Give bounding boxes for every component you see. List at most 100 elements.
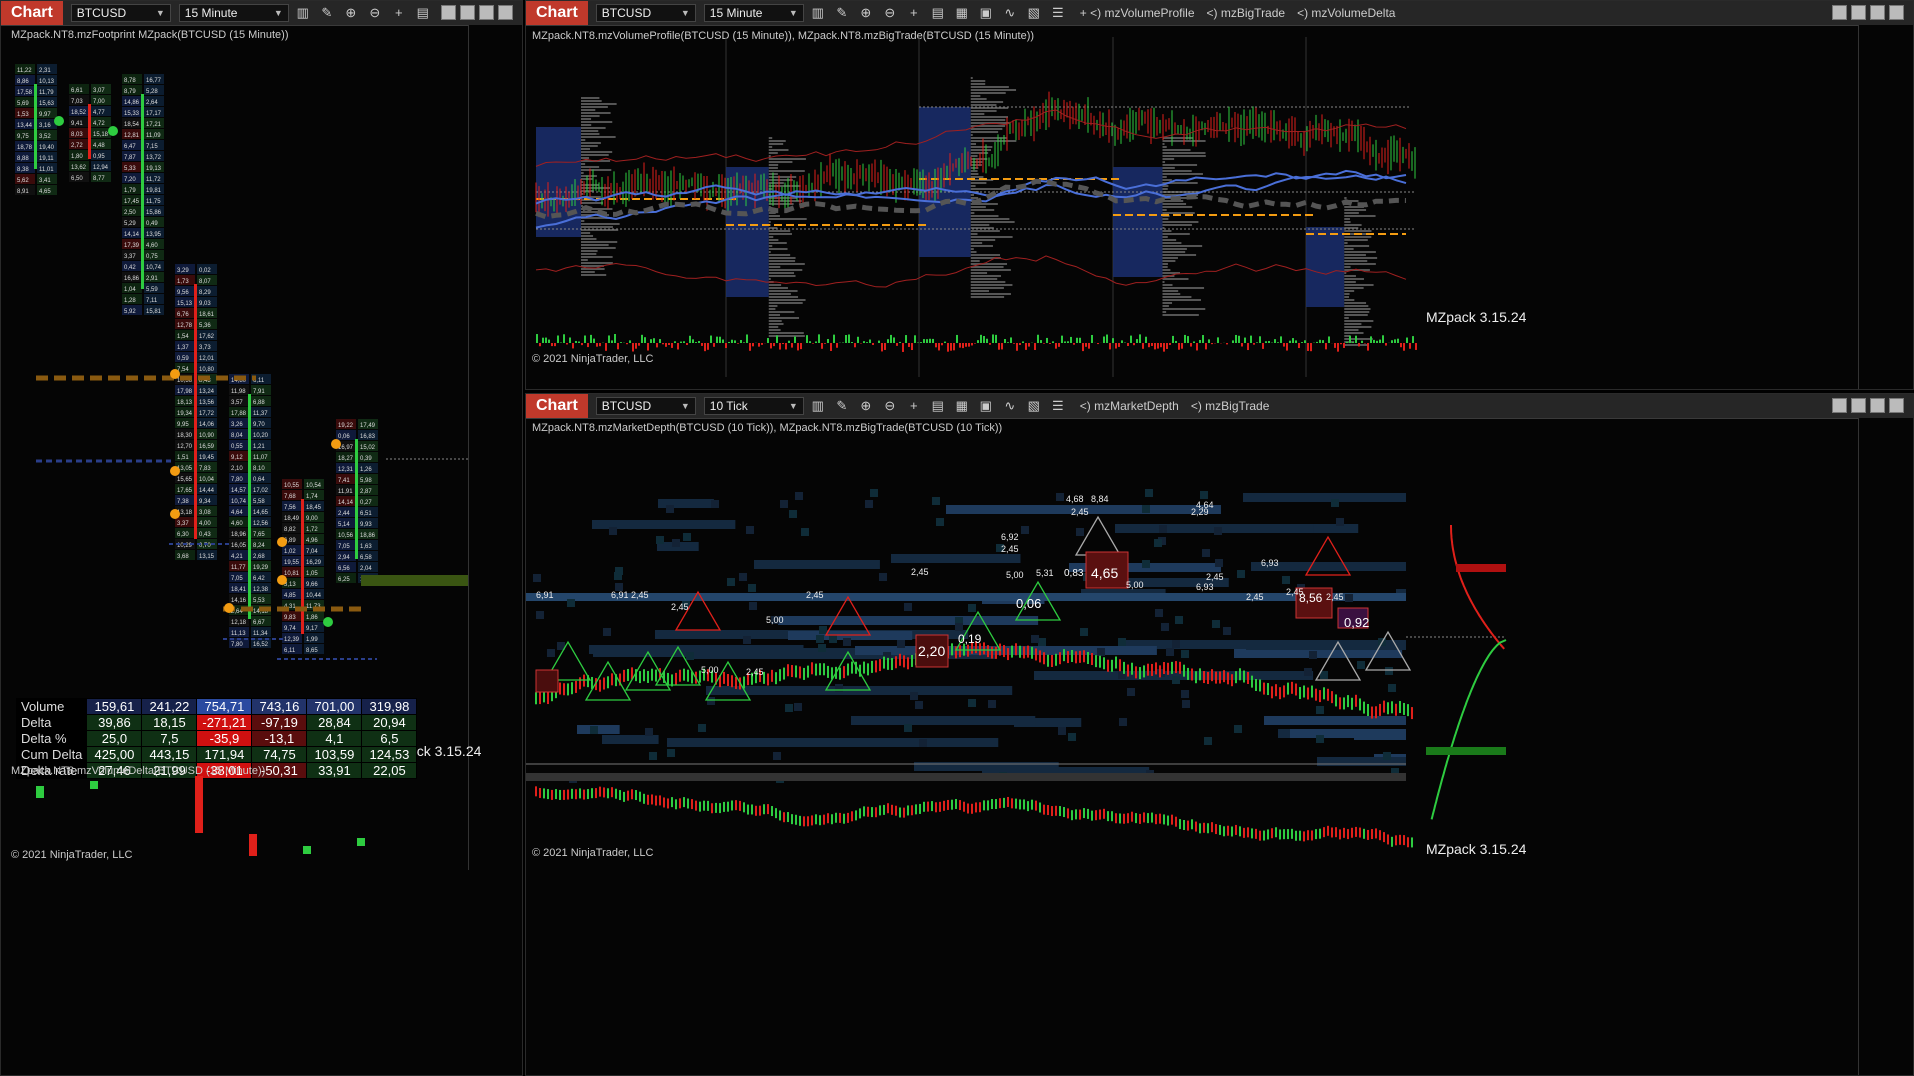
indicator-volume-profile[interactable]: + <) mzVolumeProfile	[1080, 6, 1195, 20]
list-icon[interactable]: ☰	[1048, 396, 1068, 416]
profile-histogram-bar	[768, 299, 806, 301]
crosshair-icon[interactable]: +	[904, 3, 924, 23]
footprint-value: 6,56	[338, 566, 350, 572]
footprint-plot[interactable]: 11,22 2,31 8,86 10,13 17,58 11,79 5,69 15,63 1,5…	[1, 39, 469, 769]
instrument-selector[interactable]: BTCUSD ▼	[595, 4, 696, 22]
depth-cell	[743, 636, 751, 644]
depth-cell	[1038, 638, 1046, 646]
volume-profile-plot[interactable]	[526, 37, 1860, 377]
depth-cell	[1118, 638, 1126, 646]
zoom-in-icon[interactable]: ⊕	[341, 3, 361, 23]
profile-histogram-bar	[1344, 215, 1376, 217]
snapshot-icon[interactable]: ▣	[976, 3, 996, 23]
period-value: 15 Minute	[709, 6, 763, 20]
strategies-icon[interactable]: ∿	[1000, 396, 1020, 416]
profile-histogram-bar	[581, 142, 601, 144]
volume-delta-bar	[689, 335, 691, 343]
zoom-out-icon[interactable]: ⊖	[365, 3, 385, 23]
depth-size-label: 5,31	[1036, 568, 1054, 578]
price-axis[interactable]	[1858, 25, 1913, 389]
instrument-selector[interactable]: BTCUSD ▼	[70, 4, 171, 22]
volume-delta-bar	[1205, 343, 1207, 350]
depth-cell	[1056, 493, 1064, 501]
properties-icon[interactable]: ▤	[928, 3, 948, 23]
footprint-value: 7,00	[93, 99, 105, 105]
zoom-out-icon[interactable]: ⊖	[880, 396, 900, 416]
data-box-icon[interactable]: ▧	[1024, 3, 1044, 23]
footprint-value: 3,73	[199, 345, 211, 351]
zoom-out-icon[interactable]: ⊖	[880, 3, 900, 23]
crosshair-icon[interactable]: +	[904, 396, 924, 416]
minimize-button[interactable]	[1851, 398, 1866, 413]
tile-button[interactable]	[1832, 398, 1847, 413]
instrument-selector[interactable]: BTCUSD ▼	[595, 397, 696, 415]
tile-button[interactable]	[1832, 5, 1847, 20]
period-selector[interactable]: 15 Minute ▼	[178, 4, 289, 22]
profile-histogram-bar	[1162, 239, 1177, 241]
depth-cell	[1166, 648, 1174, 656]
market-depth-plot[interactable]: 4,650,060,192,200,928,560,836,91 6,91 2,45…	[526, 430, 1860, 1070]
indicator-volume-delta[interactable]: <) mzVolumeDelta	[1297, 6, 1395, 20]
indicator-big-trade[interactable]: <) mzBigTrade	[1191, 399, 1270, 413]
depth-cell	[672, 539, 680, 547]
properties-icon[interactable]: ▤	[928, 396, 948, 416]
bar-type-icon[interactable]: ▥	[293, 3, 313, 23]
chart-menu-button[interactable]: Chart	[1, 1, 63, 25]
period-selector[interactable]: 10 Tick ▼	[703, 397, 804, 415]
data-box-icon[interactable]: ▧	[1024, 396, 1044, 416]
chart-menu-button[interactable]: Chart	[526, 1, 588, 25]
indicator-big-trade[interactable]: <) mzBigTrade	[1207, 6, 1286, 20]
volume-delta-bar	[1073, 343, 1075, 345]
templates-icon[interactable]: ▦	[952, 396, 972, 416]
depth-cell	[749, 602, 757, 610]
profile-histogram-bar	[1344, 236, 1372, 238]
price-axis[interactable]	[1858, 418, 1913, 1075]
stats-cell: 25,0	[86, 730, 143, 747]
big-trade-label: 2,20	[918, 643, 945, 659]
maximize-button[interactable]	[479, 5, 494, 20]
close-button[interactable]	[498, 5, 513, 20]
big-trade-box	[535, 669, 559, 693]
profile-histogram-bar	[581, 232, 591, 234]
tile-button[interactable]	[441, 5, 456, 20]
volume-delta-bar	[950, 343, 952, 351]
volume-delta-bar	[1412, 336, 1414, 343]
volume-delta-bar	[1139, 334, 1141, 343]
draw-tool-icon[interactable]: ✎	[832, 3, 852, 23]
bar-type-icon[interactable]: ▥	[808, 3, 828, 23]
profile-histogram-bar	[970, 182, 987, 184]
maximize-button[interactable]	[1870, 398, 1885, 413]
volume-delta-bar	[1109, 343, 1111, 350]
templates-icon[interactable]: ▦	[952, 3, 972, 23]
big-trade-marker	[54, 116, 64, 126]
maximize-button[interactable]	[1870, 5, 1885, 20]
crosshair-icon[interactable]: +	[389, 3, 409, 23]
chart-menu-button[interactable]: Chart	[526, 394, 588, 418]
minimize-button[interactable]	[1851, 5, 1866, 20]
close-button[interactable]	[1889, 398, 1904, 413]
profile-histogram-bar	[768, 236, 774, 238]
indicator-market-depth[interactable]: <) mzMarketDepth	[1080, 399, 1179, 413]
volume-delta-bar	[695, 342, 697, 343]
depth-size-label: 5,00	[1006, 570, 1024, 580]
bar-type-icon[interactable]: ▥	[808, 396, 828, 416]
minimize-button[interactable]	[460, 5, 475, 20]
close-button[interactable]	[1889, 5, 1904, 20]
footprint-value: 14,65	[253, 510, 269, 516]
footprint-value: 3,68	[177, 554, 189, 560]
zoom-in-icon[interactable]: ⊕	[856, 3, 876, 23]
draw-tool-icon[interactable]: ✎	[832, 396, 852, 416]
draw-tool-icon[interactable]: ✎	[317, 3, 337, 23]
profile-histogram-bar	[970, 113, 985, 115]
list-icon[interactable]: ☰	[1048, 3, 1068, 23]
properties-icon[interactable]: ▤	[413, 3, 433, 23]
volume-delta-bar	[797, 343, 799, 351]
strategies-icon[interactable]: ∿	[1000, 3, 1020, 23]
profile-histogram-bar	[1162, 287, 1205, 289]
period-selector[interactable]: 15 Minute ▼	[703, 4, 804, 22]
zoom-in-icon[interactable]: ⊕	[856, 396, 876, 416]
snapshot-icon[interactable]: ▣	[976, 396, 996, 416]
profile-histogram-bar	[768, 287, 788, 289]
volume-delta-bar	[590, 334, 592, 343]
volume-delta-bar	[303, 846, 311, 854]
